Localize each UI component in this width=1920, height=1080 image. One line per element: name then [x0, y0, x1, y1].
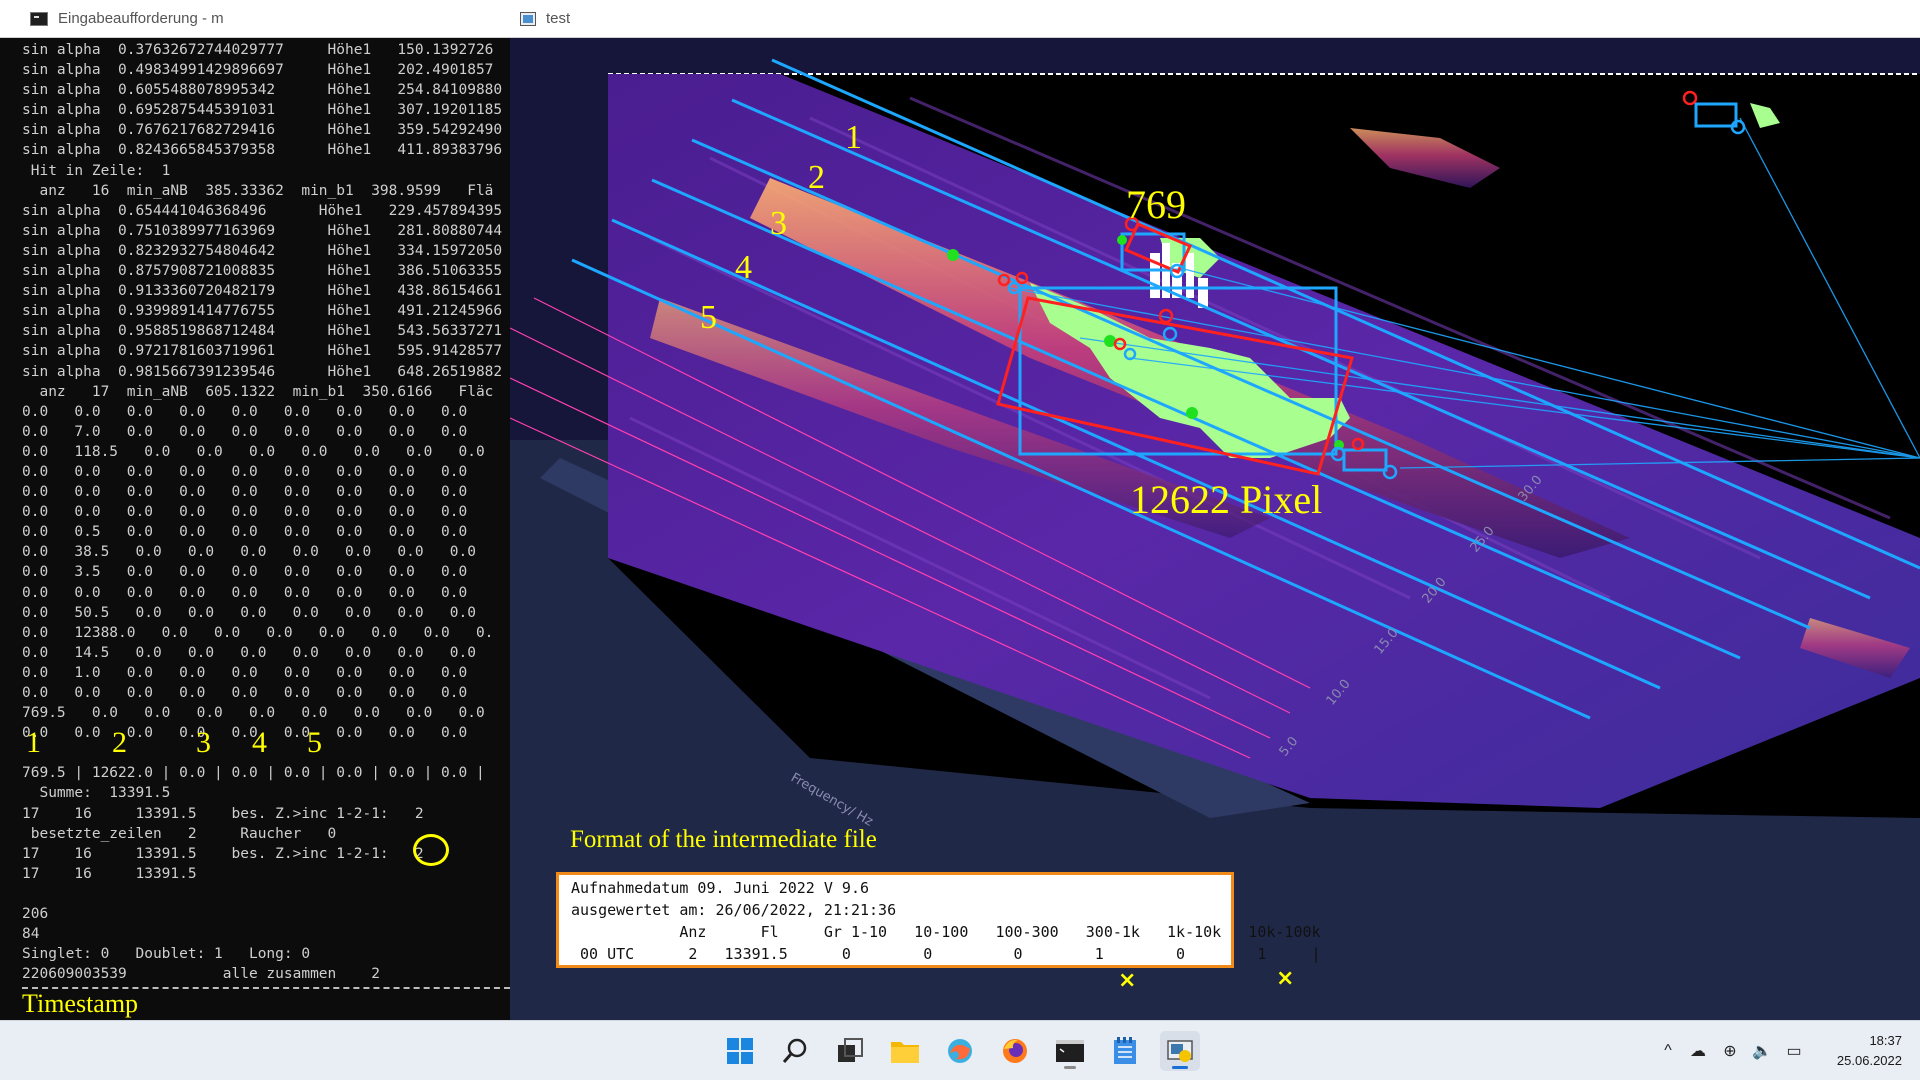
console-line: 0.0 14.5 0.0 0.0 0.0 0.0 0.0 0.0 0.0 [22, 644, 476, 661]
console-line: sin alpha 0.6055488078995342 Höhe1 254.8… [22, 82, 503, 99]
console-line: 0.0 0.0 0.0 0.0 0.0 0.0 0.0 0.0 0.0 [22, 584, 468, 601]
onedrive-icon[interactable]: ☁ [1686, 1039, 1710, 1063]
console-line: anz 17 min_aNB 605.1322 min_b1 350.6166 … [22, 383, 494, 400]
python-app-icon[interactable] [1160, 1031, 1200, 1071]
console-line: 17 16 13391.5 [22, 865, 197, 882]
file-explorer-icon[interactable] [885, 1031, 925, 1071]
chevron-up-icon[interactable]: ^ [1656, 1039, 1680, 1063]
console-line: 0.0 0.5 0.0 0.0 0.0 0.0 0.0 0.0 0.0 [22, 524, 468, 541]
console-line: sin alpha 0.49834991429896697 Höhe1 202.… [22, 62, 494, 79]
console-line: 769.5 0.0 0.0 0.0 0.0 0.0 0.0 0.0 0.0 [22, 705, 485, 722]
line-label-4: 4 [735, 249, 752, 286]
task-view-icon[interactable] [830, 1031, 870, 1071]
terminal-running-indicator [1064, 1066, 1076, 1069]
console-line: 0.0 50.5 0.0 0.0 0.0 0.0 0.0 0.0 0.0 [22, 604, 476, 621]
console-line: 0.0 3.5 0.0 0.0 0.0 0.0 0.0 0.0 0.0 [22, 564, 468, 581]
console-line: 84 [22, 926, 40, 943]
console-line: sin alpha 0.8243665845379358 Höhe1 411.8… [22, 142, 503, 159]
window-app-icon [520, 11, 536, 26]
windows-start-icon[interactable] [720, 1031, 760, 1071]
language-icon[interactable]: ⊕ [1718, 1039, 1742, 1063]
format-line-2: ausgewertet am: 26/06/2022, 21:21:36 [571, 901, 897, 919]
console-line: 220609003539 alle zusammen 2 [22, 966, 380, 983]
console-line: anz 16 min_aNB 385.33362 min_b1 398.9599… [22, 182, 494, 199]
format-line-4: 00 UTC 2 13391.5 0 0 0 1 0 1 | [571, 945, 1321, 963]
edge-icon[interactable] [940, 1031, 980, 1071]
timestamp-label: Timestamp [22, 989, 139, 1018]
console-titlebar[interactable]: Eingabeaufforderung - m [0, 0, 510, 38]
console-line: 0.0 38.5 0.0 0.0 0.0 0.0 0.0 0.0 0.0 [22, 544, 476, 561]
console-line: sin alpha 0.7510389977163969 Höhe1 281.8… [22, 222, 503, 239]
console-line: sin alpha 0.8757908721008835 Höhe1 386.5… [22, 263, 503, 280]
console-title: Eingabeaufforderung - m [58, 10, 224, 27]
pixel-count-label: 12622 Pixel [1130, 477, 1322, 522]
console-line: Summe: 13391.5 [22, 785, 171, 802]
plot-titlebar[interactable]: test [510, 0, 1920, 38]
console-line: 0.0 0.0 0.0 0.0 0.0 0.0 0.0 0.0 0.0 [22, 685, 468, 701]
count-769-label: 769 [1126, 182, 1186, 227]
plot-title: test [546, 10, 571, 27]
column-number-2: 2 [112, 726, 127, 759]
console-line: sin alpha 0.7676217682729416 Höhe1 359.5… [22, 122, 503, 139]
column-number-3: 3 [196, 726, 211, 759]
console-line: sin alpha 0.654441046368496 Höhe1 229.45… [22, 202, 503, 219]
clock-time: 18:37 [1869, 1033, 1902, 1048]
firefox-icon[interactable] [995, 1031, 1035, 1071]
console-line: 0.0 0.0 0.0 0.0 0.0 0.0 0.0 0.0 0.0 [22, 484, 468, 501]
format-box: Aufnahmedatum 09. Juni 2022 V 9.6 ausgew… [556, 872, 1321, 968]
format-line-1: Aufnahmedatum 09. Juni 2022 V 9.6 [571, 879, 870, 897]
terminal-icon[interactable] [1050, 1031, 1090, 1071]
console-line: 0.0 12388.0 0.0 0.0 0.0 0.0 0.0 0.0 0. [22, 624, 494, 641]
console-line: sin alpha 0.9588519868712484 Höhe1 543.5… [22, 323, 503, 340]
console-line: 0.0 1.0 0.0 0.0 0.0 0.0 0.0 0.0 0.0 [22, 664, 468, 681]
search-icon[interactable] [775, 1031, 815, 1071]
notepad-icon[interactable] [1105, 1031, 1145, 1071]
console-line: 0.0 118.5 0.0 0.0 0.0 0.0 0.0 0.0 0.0 [22, 443, 485, 460]
console-line: 206 [22, 906, 49, 923]
console-line: sin alpha 0.6952875445391031 Höhe1 307.1… [22, 102, 503, 119]
system-clock[interactable]: 18:37 25.06.2022 [1837, 1031, 1902, 1071]
active-app-indicator [1172, 1066, 1188, 1069]
taskbar: ^ ☁ ⊕ 🔈 ▭ 18:37 25.06.2022 [0, 1020, 1920, 1080]
command-prompt-icon [30, 11, 48, 26]
format-line-3: Anz Fl Gr 1-10 10-100 100-300 300-1k 1k-… [571, 923, 1321, 941]
console-line: 0.0 0.0 0.0 0.0 0.0 0.0 0.0 0.0 0.0 [22, 463, 468, 480]
console-line: sin alpha 0.9721781603719961 Höhe1 595.9… [22, 343, 503, 360]
console-line: sin alpha 0.37632672744029777 Höhe1 150.… [22, 42, 494, 58]
console-line: Hit in Zeile: 1 [22, 162, 171, 179]
console-line: sin alpha 0.8232932754804642 Höhe1 334.1… [22, 242, 503, 259]
console-line: Singlet: 0 Doublet: 1 Long: 0 [22, 946, 311, 963]
line-label-2: 2 [808, 159, 825, 196]
highlight-circle [413, 834, 449, 866]
console-line: sin alpha 0.9133360720482179 Höhe1 438.8… [22, 283, 503, 300]
console-window[interactable]: Eingabeaufforderung - m sin alpha 0.3763… [0, 0, 510, 1020]
console-line: 0.0 7.0 0.0 0.0 0.0 0.0 0.0 0.0 0.0 [22, 423, 468, 440]
console-line: sin alpha 0.9399891414776755 Höhe1 491.2… [22, 303, 503, 320]
console-line: 0.0 0.0 0.0 0.0 0.0 0.0 0.0 0.0 0.0 [22, 504, 468, 521]
x-mark-300-1k: × [1118, 968, 1137, 993]
console-line: 0.0 0.0 0.0 0.0 0.0 0.0 0.0 0.0 0.0 [22, 403, 468, 420]
column-number-1: 1 [26, 726, 41, 759]
x-mark-10k-100k: × [1276, 966, 1295, 991]
clock-date: 25.06.2022 [1836, 1053, 1902, 1068]
plot-window[interactable]: test 5.0 10.0 15.0 20.0 25.0 30.0 Freque… [510, 0, 1920, 1020]
format-title: Format of the intermediate file [570, 826, 877, 853]
battery-icon[interactable]: ▭ [1782, 1039, 1806, 1063]
console-line: 769.5 | 12622.0 | 0.0 | 0.0 | 0.0 | 0.0 … [22, 765, 485, 782]
console-output[interactable]: sin alpha 0.37632672744029777 Höhe1 150.… [22, 40, 510, 1020]
column-number-5: 5 [307, 726, 322, 759]
volume-icon[interactable]: 🔈 [1750, 1039, 1774, 1063]
line-label-1: 1 [845, 119, 862, 156]
column-number-4: 4 [252, 726, 267, 759]
line-label-5: 5 [700, 299, 717, 336]
console-line: 17 16 13391.5 bes. Z.>inc 1-2-1: 2 [22, 805, 424, 822]
console-line: sin alpha 0.9815667391239546 Höhe1 648.2… [22, 363, 503, 380]
line-label-3: 3 [770, 205, 787, 242]
